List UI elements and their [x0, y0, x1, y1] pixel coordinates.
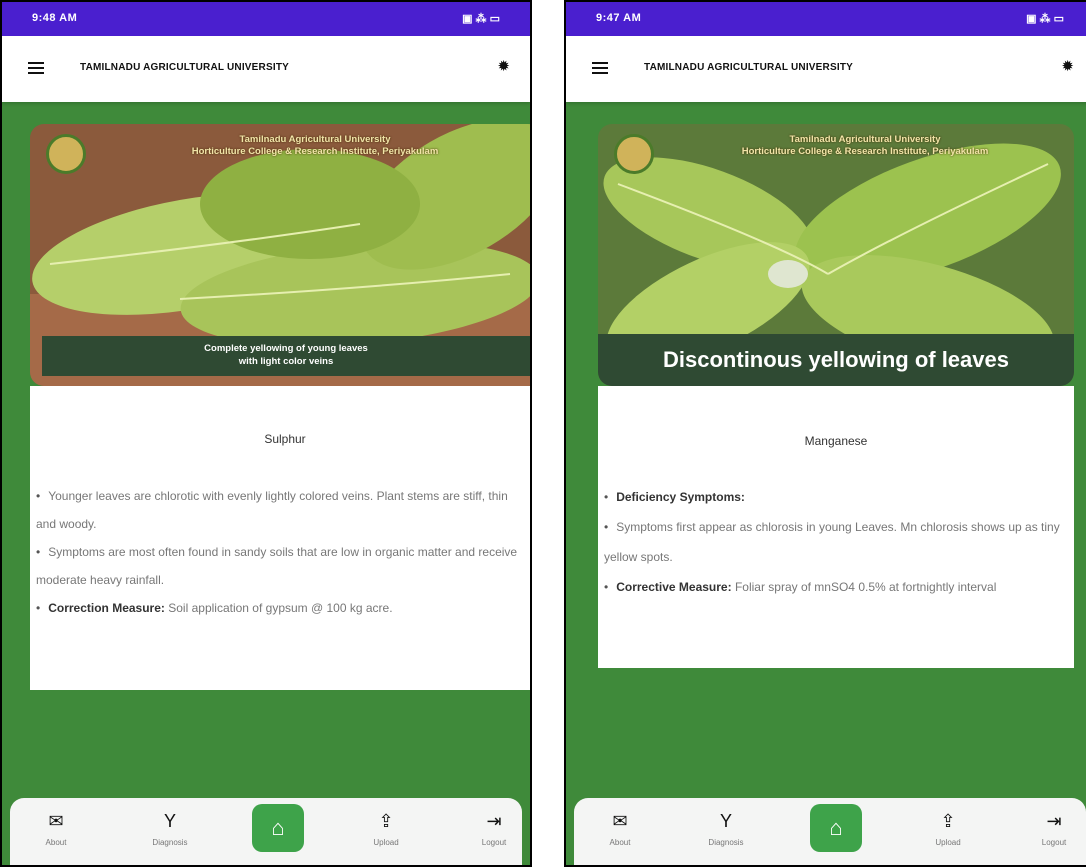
nav-logout-label: Logout [481, 838, 507, 847]
nav-diagnosis[interactable]: Y Diagnosis [140, 810, 200, 847]
university-logo [46, 134, 86, 174]
bottom-nav: ✉ About Y Diagnosis ⌂ ⇪ Upload ⇥ Logout [10, 798, 522, 865]
nav-logout[interactable]: ⇥ Logout [1024, 810, 1084, 847]
nav-upload-label: Upload [373, 838, 399, 847]
nav-about-label: About [45, 838, 67, 847]
bullet-2: • Symptoms are most often found in sandy … [36, 545, 518, 587]
app-title: TAMILNADU AGRICULTURAL UNIVERSITY [80, 62, 289, 73]
status-time: 9:47 AM [596, 12, 642, 24]
nutrient-description: • Younger leaves are chlorotic with evenl… [36, 482, 526, 622]
banner-line-1: Tamilnadu Agricultural University [239, 134, 391, 145]
home-button[interactable]: ⌂ [252, 804, 304, 852]
logout-icon: ⇥ [486, 811, 502, 831]
nav-upload[interactable]: ⇪ Upload [918, 810, 978, 847]
bullet-2: • Symptoms first appear as chlorosis in y… [604, 520, 1060, 564]
leaf-image: Tamilnadu Agricultural University Hortic… [598, 124, 1074, 386]
university-logo [614, 134, 654, 174]
bullet-3: • Correction Measure: Soil application of… [36, 601, 393, 615]
nav-diagnosis-label: Diagnosis [152, 838, 188, 847]
nav-upload[interactable]: ⇪ Upload [356, 810, 416, 847]
banner-line-2: Horticulture College & Research Institut… [191, 146, 439, 157]
phone-screen-sulphur: 9:48 AM ▣ ⁂ ▭ TAMILNADU AGRICULTURAL UNI… [0, 0, 532, 867]
gear-icon[interactable]: ✹ [497, 57, 510, 75]
nutrient-name: Sulphur [264, 432, 306, 446]
bullet-1: • Deficiency Symptoms: [604, 490, 745, 504]
bullet-3: • Corrective Measure: Foliar spray of mnS… [604, 580, 997, 594]
phone-screen-manganese: 9:47 AM ▣ ⁂ ▭ TAMILNADU AGRICULTURAL UNI… [564, 0, 1086, 867]
nav-diagnosis[interactable]: Y Diagnosis [696, 810, 756, 847]
bullet-1: • Younger leaves are chlorotic with evenl… [36, 489, 508, 531]
image-banner: Tamilnadu Agricultural University Hortic… [102, 134, 528, 158]
caption-line-1: Complete yellowing of young leaves [204, 343, 368, 354]
nutrient-info-card: Sulphur • Younger leaves are chlorotic wi… [30, 386, 530, 690]
image-caption: Discontinous yellowing of leaves [598, 334, 1074, 386]
home-button[interactable]: ⌂ [810, 804, 862, 852]
upload-icon: ⇪ [378, 811, 394, 831]
nav-logout-label: Logout [1041, 838, 1067, 847]
nutrient-info-card: Manganese • Deficiency Symptoms: • Symptom… [598, 386, 1074, 668]
nutrient-name: Manganese [804, 434, 868, 448]
nav-about[interactable]: ✉ About [26, 810, 86, 847]
hamburger-icon[interactable] [592, 62, 608, 74]
status-bar: 9:47 AM ▣ ⁂ ▭ [566, 2, 1086, 36]
nav-upload-label: Upload [935, 838, 961, 847]
sprout-icon: Y [163, 811, 176, 831]
banner-line-1: Tamilnadu Agricultural University [789, 134, 941, 145]
nav-logout[interactable]: ⇥ Logout [464, 810, 524, 847]
caption-line-2: with light color veins [238, 356, 334, 367]
nav-diagnosis-label: Diagnosis [708, 838, 744, 847]
app-bar: TAMILNADU AGRICULTURAL UNIVERSITY ✹ [566, 36, 1086, 102]
nutrient-description: • Deficiency Symptoms: • Symptoms first ap… [604, 482, 1066, 602]
status-bar: 9:48 AM ▣ ⁂ ▭ [2, 2, 530, 36]
system-icons: ▣ ⁂ ▭ [1026, 13, 1064, 25]
gear-icon[interactable]: ✹ [1061, 57, 1074, 75]
banner-line-2: Horticulture College & Research Institut… [741, 146, 989, 157]
mail-icon: ✉ [48, 811, 64, 831]
home-icon: ⌂ [271, 815, 285, 840]
app-title: TAMILNADU AGRICULTURAL UNIVERSITY [644, 62, 853, 73]
upload-icon: ⇪ [940, 811, 956, 831]
image-banner: Tamilnadu Agricultural University Hortic… [670, 134, 1060, 158]
sprout-icon: Y [719, 811, 732, 831]
bottom-nav: ✉ About Y Diagnosis ⌂ ⇪ Upload ⇥ Logout [574, 798, 1086, 865]
app-bar: TAMILNADU AGRICULTURAL UNIVERSITY ✹ [2, 36, 530, 102]
logout-icon: ⇥ [1046, 811, 1062, 831]
status-time: 9:48 AM [32, 12, 78, 24]
home-icon: ⌂ [829, 815, 843, 840]
mail-icon: ✉ [612, 811, 628, 831]
hamburger-icon[interactable] [28, 62, 44, 74]
system-icons: ▣ ⁂ ▭ [462, 13, 500, 25]
leaf-image: Tamilnadu Agricultural University Hortic… [30, 124, 530, 386]
nav-about[interactable]: ✉ About [590, 810, 650, 847]
image-caption: Complete yellowing of young leaves with … [42, 336, 530, 376]
nav-about-label: About [609, 838, 631, 847]
